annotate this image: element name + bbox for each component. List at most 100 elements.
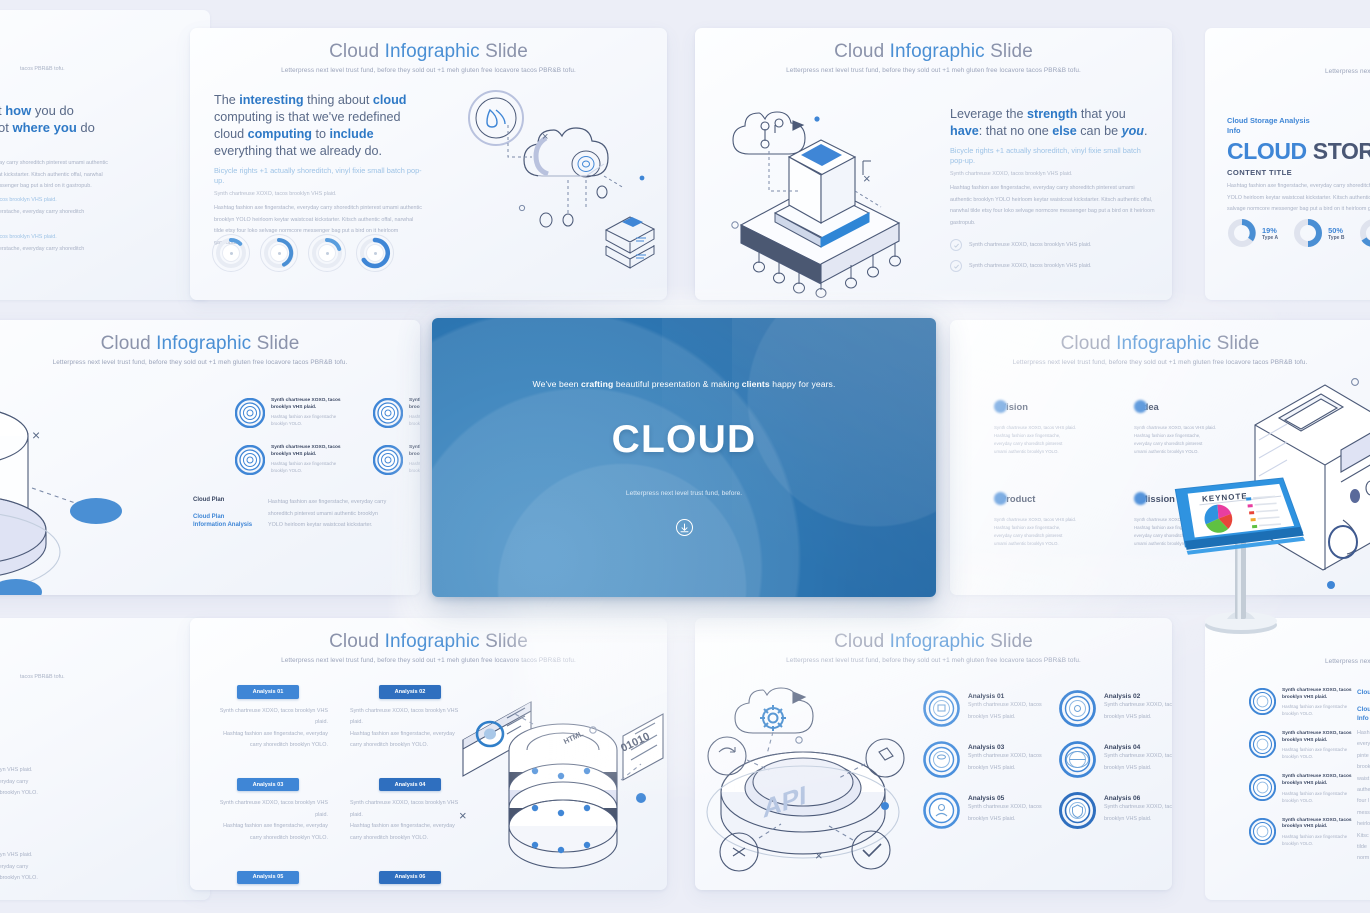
analysis-block[interactable]: Analysis 05 Synth chartreuse XOXO, tacos…	[208, 865, 328, 890]
feature-item[interactable]: Synth chartreuse XOXO, tacos brooklyn VH…	[1249, 817, 1352, 847]
donut-pct: 50%	[1328, 225, 1343, 235]
feature-item[interactable]: Synth chartreuse XOXO, tacos brooklyn VH…	[373, 398, 420, 428]
analysis-grid: Analysis 01 Synth chartreuse XOXO, tacos…	[923, 690, 1172, 829]
sub-blue-text: Bicycle rights +1 actually shoreditch, v…	[214, 166, 422, 185]
analysis-label: Analysis 04	[1104, 744, 1141, 751]
headline-block: The interesting thing about cloud comput…	[214, 92, 422, 249]
feature-item[interactable]: Synth chartreuse XOXO, tacos brooklyn VH…	[235, 445, 365, 475]
analysis-item[interactable]: Analysis 06 Synth chartreuse XOXO, tacos…	[1059, 792, 1172, 829]
analysis-grid: Analysis 01 Synth chartreuse XOXO, tacos…	[208, 680, 470, 890]
headline-token: everything that we already do.	[214, 144, 383, 158]
svg-text:×: ×	[542, 131, 548, 143]
headline-token: .	[1143, 124, 1148, 138]
plan-link[interactable]: Cloud Plan Information Analysis	[193, 513, 252, 530]
download-arrow-icon[interactable]	[675, 519, 693, 536]
analysis-item[interactable]: Analysis 01 Synth chartreuse XOXO, tacos…	[923, 690, 1051, 727]
small-note: Synth chartreuse XOXO, tacos brooklyn VH…	[950, 171, 1073, 177]
analysis-badge[interactable]: Analysis 05	[237, 870, 299, 884]
headline-token: computing	[247, 127, 312, 141]
headline-block: Leverage the strength that you have: tha…	[950, 106, 1155, 273]
analysis-item[interactable]: Analysis 03 Synth chartreuse XOXO, tacos…	[923, 741, 1051, 778]
paragraph: Hashtag fashion axe fingerstache, everyd…	[950, 185, 1155, 226]
eyebrow: Cloud Storage Analysis Info	[1227, 116, 1310, 135]
slide-top-right[interactable]: Cloud Infographic Slide Letterpress next…	[695, 28, 1172, 300]
headline-token: to	[311, 127, 330, 141]
pillar-item[interactable]: Vision Synth chartreuse XOXO, tacos VHS …	[994, 400, 1106, 456]
side-heading: Clou Clou Info	[1357, 689, 1370, 722]
analysis-item[interactable]: Analysis 04 Synth chartreuse XOXO, tacos…	[1059, 741, 1172, 778]
analysis-item[interactable]: Analysis 05 Synth chartreuse XOXO, tacos…	[923, 792, 1051, 829]
headline-token: include	[329, 127, 374, 141]
bullet-dot-icon	[1134, 400, 1147, 413]
slide-subtitle: Letterpress next level trust fund, befor…	[281, 67, 576, 74]
lock-target-icon	[373, 445, 403, 475]
slide-top-center[interactable]: Cloud Infographic Slide Letterpress next…	[190, 28, 667, 300]
pillar-item[interactable]: Product Synth chartreuse XOXO, tacos VHS…	[994, 492, 1106, 548]
donut-chart-b	[1294, 219, 1323, 247]
slide-title: Cloud Infographic Slide	[1060, 333, 1260, 354]
analysis-badge[interactable]: Analysis 01	[237, 685, 299, 699]
check-list: Synth chartreuse XOXO, tacos brooklyn VH…	[950, 239, 1155, 273]
donut-label: Type B	[1328, 234, 1345, 241]
target-icon	[1249, 817, 1276, 845]
isometric-database-stack-icon: HTML 01010 ×	[459, 701, 664, 869]
slide-subtitle: Letterpress next level trust fund, befor…	[281, 657, 576, 664]
analysis-block[interactable]: Analysis 01 Synth chartreuse XOXO, tacos…	[208, 680, 328, 752]
gauge-4	[356, 234, 394, 272]
analysis-item[interactable]: Analysis 02 Synth chartreuse XOXO, tacos…	[1059, 690, 1172, 727]
check-item: Synth chartreuse XOXO, tacos brooklyn VH…	[950, 260, 1155, 273]
feature-grid: Synth chartreuse XOXO, tacos brooklyn VH…	[235, 398, 420, 475]
slide-bottom-left[interactable]: tacos PBR&B tofu. Analysis 02 Synth char…	[0, 618, 210, 900]
analysis-label: Analysis 01	[968, 693, 1005, 700]
gauge-row	[212, 234, 394, 272]
analysis-badge[interactable]: Analysis 02	[379, 685, 441, 699]
svg-text:×: ×	[32, 427, 40, 443]
headline-token: thing about	[303, 93, 373, 107]
isometric-cloud-network-icon: ×	[468, 90, 656, 269]
sub-blue-text: Bicycle rights +1 actually shoreditch, v…	[950, 146, 1141, 165]
headline-token: can be	[1076, 124, 1122, 138]
analysis-badge[interactable]: Analysis 04	[379, 778, 441, 792]
slide-mid-left[interactable]: Cloud Infographic Slide Letterpress next…	[0, 320, 420, 595]
slide-bottom-far-right[interactable]: Letterpress next le Synth chartreuse XOX…	[1205, 618, 1370, 900]
slide-bottom-center[interactable]: Cloud Infographic Slide Letterpress next…	[190, 618, 667, 890]
analysis-badge[interactable]: Analysis 03	[237, 778, 299, 792]
cloud-target-icon	[373, 398, 403, 428]
hero-caption: Letterpress next level trust fund, befor…	[625, 490, 743, 497]
hero-title-slide[interactable]: We've been crafting beautiful presentati…	[432, 318, 936, 597]
headline: Leverage the strength that you have: tha…	[950, 106, 1155, 140]
analysis-label: Analysis 06	[1104, 795, 1141, 802]
plan-label: Cloud Plan	[193, 497, 225, 503]
feature-list: Synth chartreuse XOXO, tacos brooklyn VH…	[1249, 688, 1352, 847]
analysis-item[interactable]: Analysis 02 Synth chartreuse XOXO, tacos…	[0, 723, 38, 800]
content-title: CONTENT TITLE	[1227, 168, 1293, 177]
slide-top-far-right[interactable]: Letterpress next le Cloud Storage Analys…	[1205, 28, 1370, 300]
feature-item[interactable]: Synth chartreuse XOXO, tacos brooklyn VH…	[235, 398, 365, 428]
small-note: Synth chartreuse XOXO, tacos brooklyn VH…	[214, 191, 337, 197]
svg-text:×: ×	[815, 848, 823, 863]
analysis-label: Analysis 02	[1104, 693, 1141, 700]
analysis-block[interactable]: Analysis 03 Synth chartreuse XOXO, tacos…	[208, 773, 328, 845]
slide-subtitle: Letterpress next level trust fund, befor…	[1012, 359, 1308, 366]
donut-chart-c	[1360, 219, 1370, 247]
slide-bottom-right[interactable]: Cloud Infographic Slide Letterpress next…	[695, 618, 1172, 890]
paragraph-2: OXO, tacos brooklyn VHS plaid. axe finge…	[0, 197, 85, 215]
analysis-badge[interactable]: Analysis 06	[379, 870, 441, 884]
gauge-2	[260, 234, 298, 272]
feature-item[interactable]: Synth chartreuse XOXO, tacos brooklyn VH…	[1249, 688, 1352, 717]
shield-target-icon	[1059, 792, 1096, 829]
slide-title: Cloud Infographic Slide	[834, 41, 1033, 62]
gear-target-icon	[235, 398, 265, 428]
isometric-cloud-cylinder-icon: ×	[0, 411, 122, 595]
analysis-item[interactable]: Analysis 04 Synth chartreuse XOXO, tacos…	[0, 808, 38, 885]
slide-title: Cloud Infographic Slide	[329, 631, 528, 652]
feature-item[interactable]: Synth chartreuse XOXO, tacos brooklyn VH…	[1249, 774, 1352, 803]
target-icon	[1249, 731, 1276, 759]
feature-item[interactable]: Synth chartreuse XOXO, tacos brooklyn VH…	[373, 445, 420, 475]
feature-item[interactable]: Synth chartreuse XOXO, tacos brooklyn VH…	[1249, 731, 1352, 760]
target-icon	[1249, 688, 1276, 715]
headline-token: interesting	[239, 93, 304, 107]
slide-top-left[interactable]: tacos PBR&B tofu. t how you do ot where …	[0, 10, 210, 300]
headline-l2-c: do	[76, 120, 95, 135]
slide-deck-overview: tacos PBR&B tofu. t how you do ot where …	[0, 0, 1370, 913]
